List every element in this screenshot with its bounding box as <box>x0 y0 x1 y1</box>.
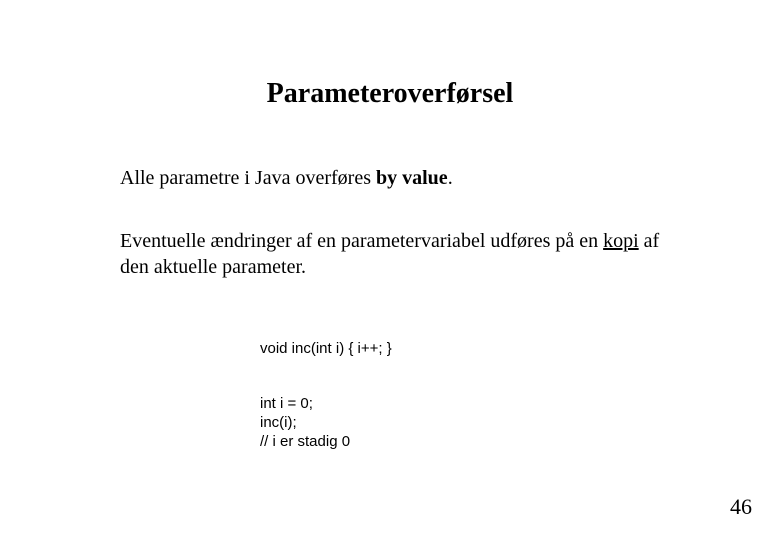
code-block-1: void inc(int i) { i++; } <box>260 340 392 357</box>
page-number: 46 <box>730 494 752 520</box>
paragraph-2: Eventuelle ændringer af en parametervari… <box>120 228 680 280</box>
para1-bold: by value <box>376 167 448 189</box>
para2-pre: Eventuelle ændringer af en parametervari… <box>120 230 603 252</box>
slide: Parameteroverførsel Alle parametre i Jav… <box>0 0 780 540</box>
para1-post: . <box>448 167 453 189</box>
para1-pre: Alle parametre i Java overføres <box>120 167 376 189</box>
slide-title: Parameteroverførsel <box>0 78 780 110</box>
code-block-2: int i = 0; inc(i); // i er stadig 0 <box>260 395 350 451</box>
para2-underlined: kopi <box>603 230 639 252</box>
paragraph-1: Alle parametre i Java overføres by value… <box>120 165 680 191</box>
